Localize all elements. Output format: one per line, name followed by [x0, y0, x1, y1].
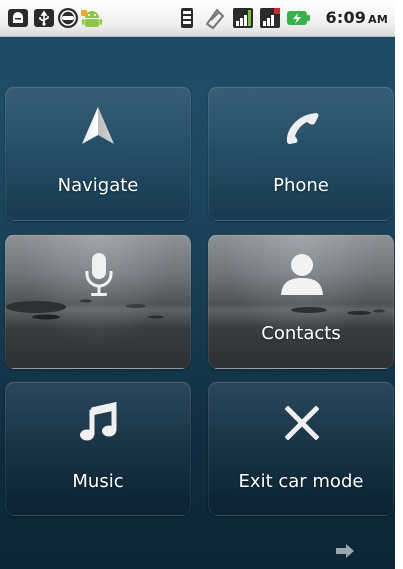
music-note-icon	[80, 402, 117, 441]
navigate-label: Navigate	[57, 175, 139, 196]
navigate-tile[interactable]: Navigate	[5, 86, 191, 221]
microphone-icon	[85, 253, 113, 296]
status-clock: 6:09 AM	[326, 8, 388, 27]
exit-car-mode-tile[interactable]: Exit car mode	[208, 381, 394, 516]
close-icon	[285, 406, 319, 440]
usb-icon	[34, 9, 54, 27]
clock-ampm: AM	[368, 13, 388, 26]
phone-icon	[286, 113, 319, 144]
exit-car-mode-label: Exit car mode	[238, 471, 364, 492]
sync-icon	[205, 8, 225, 30]
right-arrow-icon[interactable]	[335, 543, 355, 559]
navigation-arrow-icon	[82, 107, 114, 144]
voice-command-tile[interactable]	[5, 234, 191, 369]
person-icon	[281, 254, 323, 295]
battery-charging-icon	[287, 11, 310, 25]
music-tile[interactable]: Music	[5, 381, 191, 516]
music-label: Music	[72, 471, 124, 492]
clock-time: 6:09	[325, 8, 367, 27]
contacts-tile[interactable]: Contacts	[208, 234, 394, 369]
phone-tile[interactable]: Phone	[208, 86, 394, 221]
usb-debug-icon	[8, 9, 28, 27]
car-mode-screen: 6:09 AM Navigate Phone Contacts Music Ex…	[0, 0, 395, 569]
phone-label: Phone	[273, 175, 329, 196]
voicemail-icon	[58, 8, 78, 28]
contacts-label: Contacts	[261, 323, 341, 344]
android-icon	[81, 10, 102, 27]
signal-icon	[233, 8, 253, 28]
status-bar: 6:09 AM	[0, 0, 395, 37]
vibrate-icon	[181, 8, 193, 28]
signal-roaming-icon	[260, 8, 280, 28]
